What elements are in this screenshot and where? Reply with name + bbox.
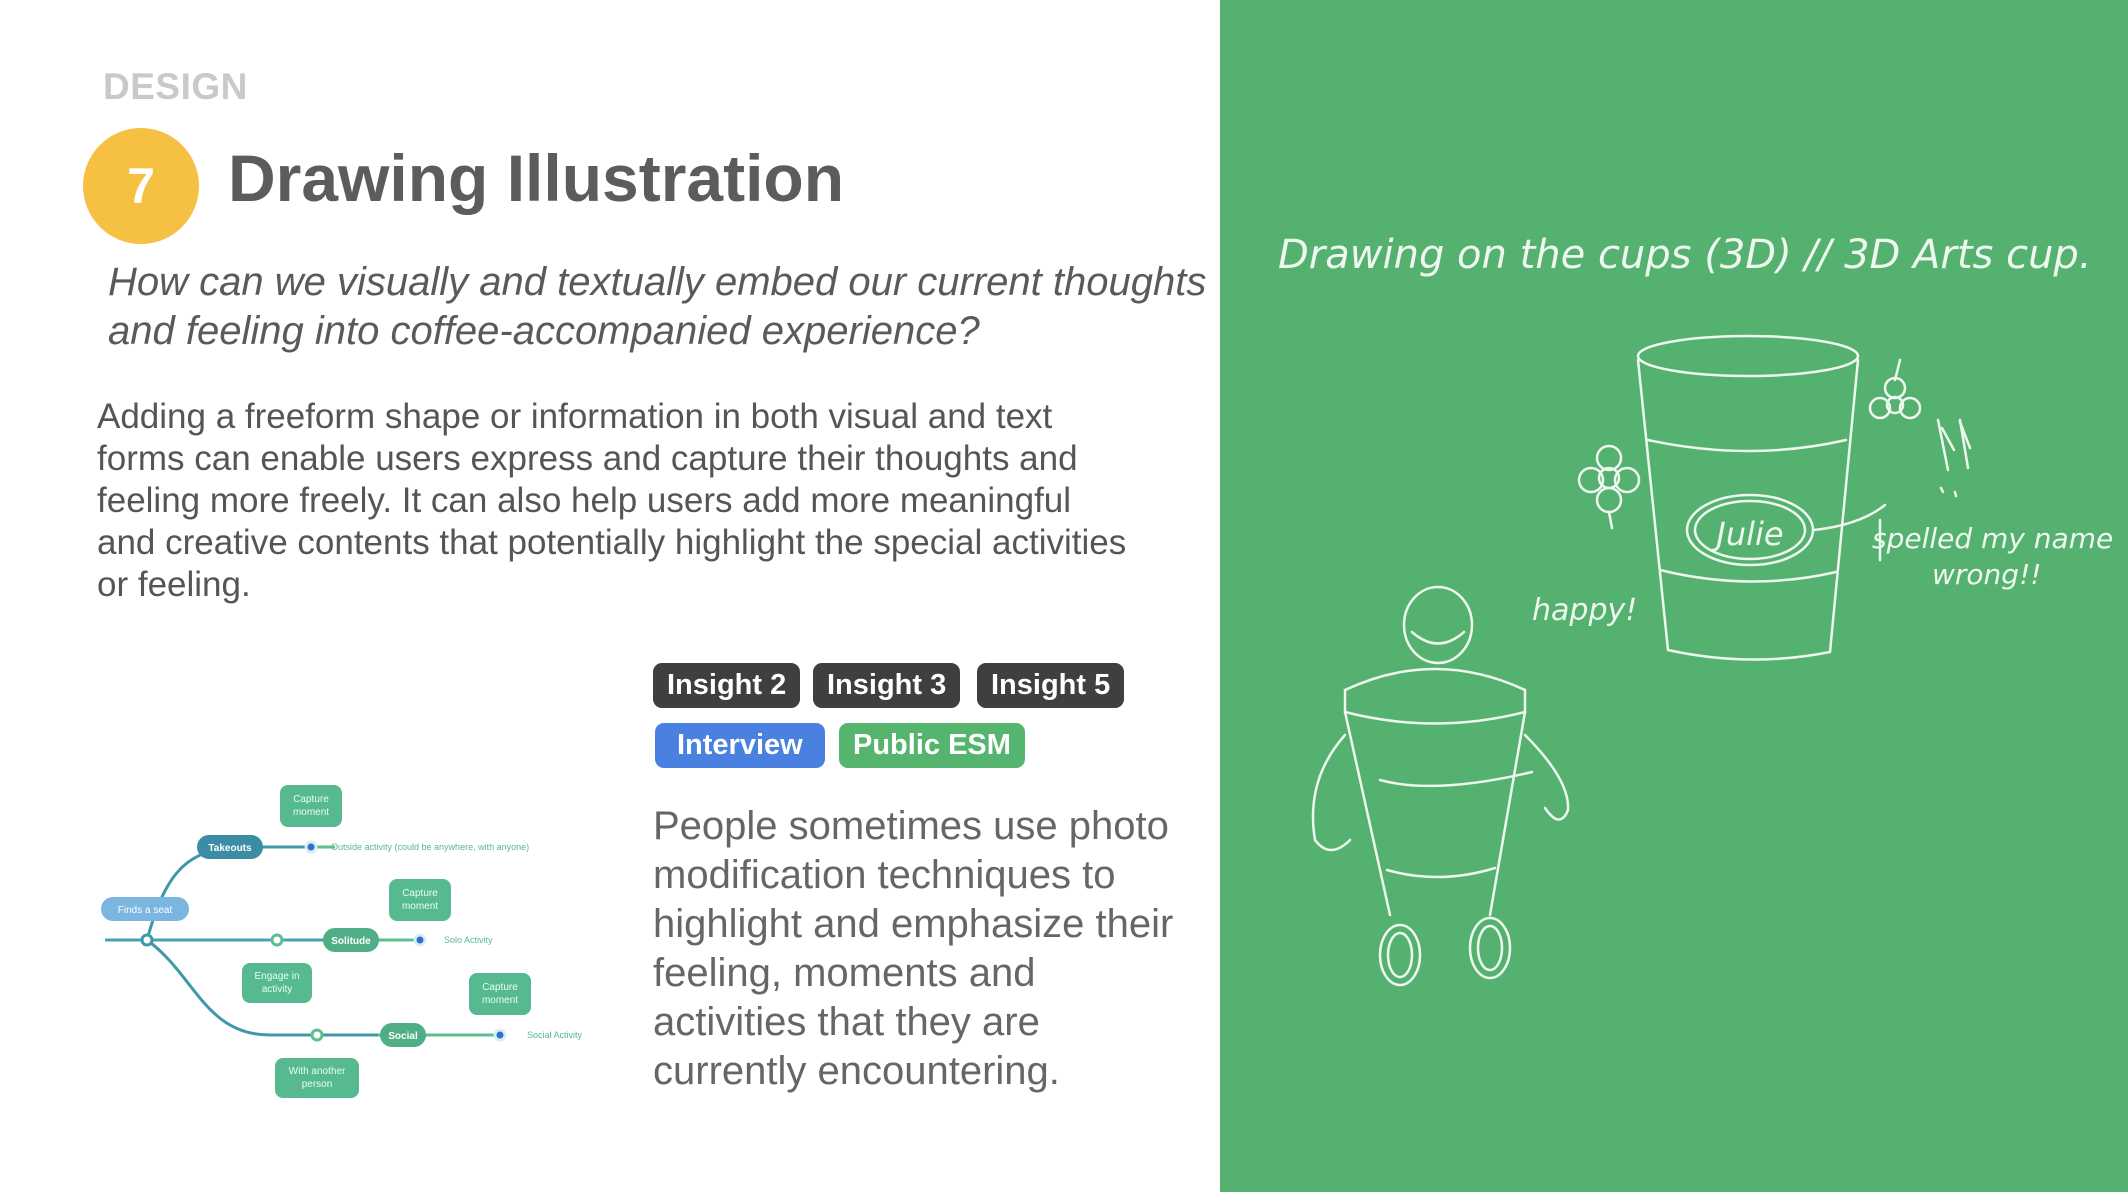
sketch-panel: Drawing on the cups (3D) // 3D Arts cup.: [1220, 0, 2128, 1192]
capture-1-line2: moment: [293, 807, 329, 818]
capture-1-line1: Capture: [293, 794, 329, 805]
node-engage: [270, 933, 284, 947]
character-head: [1402, 585, 1474, 665]
character-right-arm: [1523, 733, 1570, 821]
tag-insight-3: Insight 3: [813, 663, 961, 708]
name-on-cup: Julie: [1710, 515, 1783, 553]
label-engage-2: activity: [262, 984, 293, 995]
label-with-another-1: With another: [289, 1066, 346, 1077]
label-with-another-2: person: [302, 1079, 333, 1090]
node-start: [140, 933, 154, 947]
label-finds-seat: Finds a seat: [118, 905, 173, 916]
capture-3-line1: Capture: [482, 982, 518, 993]
design-question: How can we visually and textually embed …: [108, 260, 1207, 353]
tag-interview: Interview: [655, 723, 825, 768]
character-body: [1343, 710, 1534, 917]
node-with-another: [310, 1028, 324, 1042]
cup-upper-body: [1636, 358, 1860, 661]
tag-insight-5: Insight 5: [977, 663, 1125, 708]
step-number-badge: 7: [83, 128, 199, 244]
label-solo-activity: Solo Activity: [444, 935, 493, 945]
flower-left: [1577, 444, 1641, 530]
cup-sleeve: [1646, 438, 1848, 583]
node-outside: [304, 840, 318, 854]
flower-right: [1868, 358, 1922, 420]
sketch-note-line2: wrong!!: [1932, 558, 2042, 591]
capture-2-line2: moment: [402, 901, 438, 912]
label-engage-1: Engage in: [254, 971, 299, 982]
tag-public-esm: Public ESM: [839, 723, 1025, 768]
takeouts-branch: [145, 845, 311, 941]
capture-2-line1: Capture: [402, 888, 438, 899]
sketch-note-line1: spelled my name: [1872, 522, 2113, 555]
node-solo: [413, 933, 427, 947]
page-title: Drawing Illustration: [228, 141, 845, 215]
cup-rim: [1636, 334, 1860, 378]
capture-3-line2: moment: [482, 995, 518, 1006]
section-label: DESIGN: [103, 66, 248, 107]
left-content: DESIGN 7 Drawing Illustration How can we…: [0, 0, 1220, 1192]
label-social-activity: Social Activity: [527, 1030, 583, 1040]
character-rim: [1343, 667, 1527, 692]
journey-flow-diagram: Takeouts Finds a seat Solitude Social En…: [101, 785, 583, 1098]
label-solitude: Solitude: [331, 936, 371, 947]
tag-insight-2: Insight 2: [653, 663, 801, 708]
sketch-happy: happy!: [1532, 593, 1637, 628]
label-social: Social: [388, 1031, 418, 1042]
node-social: [493, 1028, 507, 1042]
sketch-caption: Drawing on the cups (3D) // 3D Arts cup.: [1278, 232, 2092, 278]
people-insight-text: People sometimes use photo modification …: [653, 804, 1174, 1093]
label-outside-activity: Outside activity (could be anywhere, wit…: [331, 842, 529, 852]
character-left-arm: [1311, 733, 1352, 852]
label-takeouts: Takeouts: [208, 843, 252, 854]
description-text: Adding a freeform shape or information i…: [97, 397, 1127, 604]
hand-drawn-sketch: Drawing on the cups (3D) // 3D Arts cup.: [1278, 232, 2113, 987]
